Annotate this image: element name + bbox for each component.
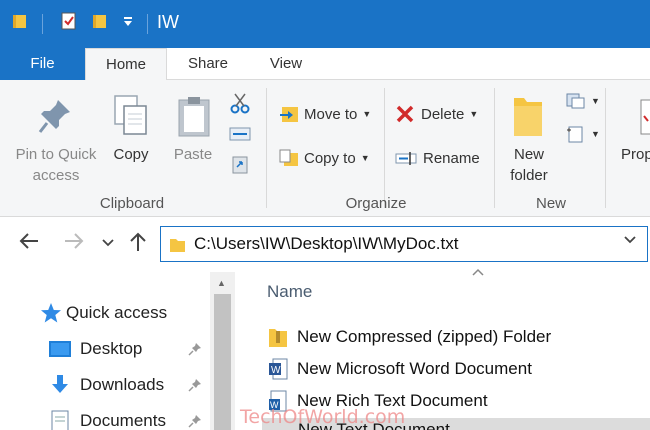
nav-item-documents[interactable]: Documents (48, 408, 166, 430)
tab-share[interactable]: Share (175, 48, 241, 80)
folder-icon (170, 239, 185, 252)
file-name: New Compressed (zipped) Folder (297, 327, 552, 346)
organize-group-label: Organize (345, 195, 407, 212)
new-group-label: New (535, 195, 566, 212)
clipboard-paste-icon (178, 97, 210, 137)
group-separator (266, 88, 267, 208)
scroll-up-arrow-icon[interactable]: ▲ (217, 278, 226, 288)
nav-item-quick-access[interactable]: Quick access (40, 300, 167, 326)
pin-label-line2: access (32, 167, 80, 184)
new-item-button[interactable]: ▼ (566, 92, 600, 110)
title-bar: IW (0, 0, 650, 48)
copy-path-icon[interactable] (229, 126, 251, 142)
sort-ascending-icon (471, 266, 485, 280)
separator (42, 14, 43, 34)
file-list-item[interactable]: New Compressed (zipped) Folder (268, 323, 551, 351)
nav-pane-scrollbar[interactable]: ▲ (210, 272, 235, 430)
tab-view[interactable]: View (254, 48, 318, 80)
nav-item-label: Documents (80, 411, 166, 430)
star-icon (41, 303, 61, 323)
column-header-name[interactable]: Name (267, 282, 312, 302)
move-to-icon (280, 107, 298, 122)
easy-access-button[interactable]: ▼ (566, 124, 600, 144)
chevron-down-icon (102, 239, 114, 247)
paste-shortcut-icon[interactable] (232, 154, 248, 174)
chevron-down-icon: ▼ (591, 96, 600, 106)
chevron-down-icon: ▼ (360, 153, 370, 163)
pin-icon (38, 100, 70, 133)
easy-access-icon (567, 126, 583, 143)
move-to-label: Move to (304, 105, 358, 123)
pin-label-line1: Pin to Quick (15, 146, 97, 163)
chevron-down-icon: ▼ (469, 109, 479, 119)
chevron-down-icon[interactable] (623, 233, 637, 252)
file-name: New Microsoft Word Document (297, 359, 532, 378)
copy-icon (114, 95, 147, 135)
new-folder-label-line1: New (513, 146, 544, 163)
address-bar[interactable]: C:\Users\IW\Desktop\IW\MyDoc.txt (160, 226, 648, 262)
new-folder-label-line2: folder (510, 167, 548, 184)
up-arrow-icon (130, 232, 146, 251)
file-list-item[interactable]: W New Microsoft Word Document (268, 355, 532, 383)
zip-folder-icon (269, 329, 287, 347)
chevron-down-icon: ▼ (591, 129, 600, 139)
delete-button[interactable]: Delete ▼ (395, 104, 478, 124)
watermark: TechOfWorld.com (240, 406, 406, 428)
up-button[interactable] (128, 231, 148, 259)
properties-icon[interactable] (60, 12, 78, 30)
nav-item-label: Desktop (80, 339, 143, 358)
copy-label: Copy (113, 146, 149, 163)
group-separator (384, 88, 385, 208)
pin-icon[interactable] (188, 378, 202, 392)
cut-scissors-icon[interactable] (230, 92, 250, 114)
back-button[interactable] (18, 231, 40, 257)
copy-to-button[interactable]: Copy to ▼ (278, 148, 370, 168)
address-path[interactable]: C:\Users\IW\Desktop\IW\MyDoc.txt (194, 234, 458, 254)
nav-item-desktop[interactable]: Desktop (48, 336, 142, 362)
forward-arrow-icon (65, 233, 84, 249)
separator (147, 14, 148, 34)
nav-item-downloads[interactable]: Downloads (48, 372, 164, 398)
chevron-down-icon: ▼ (362, 109, 372, 119)
ribbon-tabs: File Home Share View (0, 48, 650, 81)
move-to-button[interactable]: Move to ▼ (278, 104, 371, 124)
new-item-icon (566, 93, 585, 109)
delete-x-icon (396, 105, 414, 123)
recent-locations-button[interactable] (101, 233, 115, 256)
pin-icon[interactable] (188, 414, 202, 428)
download-arrow-icon (52, 375, 68, 393)
folder-icon (514, 98, 542, 136)
copy-to-label: Copy to (304, 149, 356, 167)
forward-button[interactable] (63, 231, 85, 257)
nav-item-label: Quick access (66, 303, 168, 322)
customize-toolbar-icon[interactable] (122, 12, 134, 30)
back-arrow-icon (19, 233, 38, 249)
copy-to-icon (279, 149, 298, 166)
document-icon (51, 410, 69, 430)
paste-label: Paste (173, 146, 213, 163)
clipboard-group-label: Clipboard (99, 195, 165, 212)
folder-icon (13, 15, 26, 28)
pin-icon[interactable] (188, 342, 202, 356)
properties-icon (640, 99, 650, 135)
nav-item-label: Downloads (80, 375, 165, 394)
tab-home[interactable]: Home (85, 48, 167, 81)
svg-text:W: W (271, 365, 281, 376)
desktop-icon (49, 341, 71, 357)
new-folder-icon[interactable] (92, 12, 110, 30)
rename-button[interactable]: Rename (395, 148, 480, 168)
window-title: IW (157, 12, 179, 32)
properties-label: Prop (621, 146, 650, 163)
rename-label: Rename (423, 149, 480, 167)
group-separator (494, 88, 495, 208)
delete-label: Delete (421, 105, 465, 123)
group-separator (605, 88, 606, 208)
word-doc-icon: W (269, 358, 288, 380)
tab-file[interactable]: File (0, 48, 85, 80)
ribbon: Pin to Quick access Copy Paste Clipboard (0, 80, 650, 217)
scrollbar-thumb[interactable] (214, 294, 231, 430)
rename-icon (395, 152, 417, 165)
